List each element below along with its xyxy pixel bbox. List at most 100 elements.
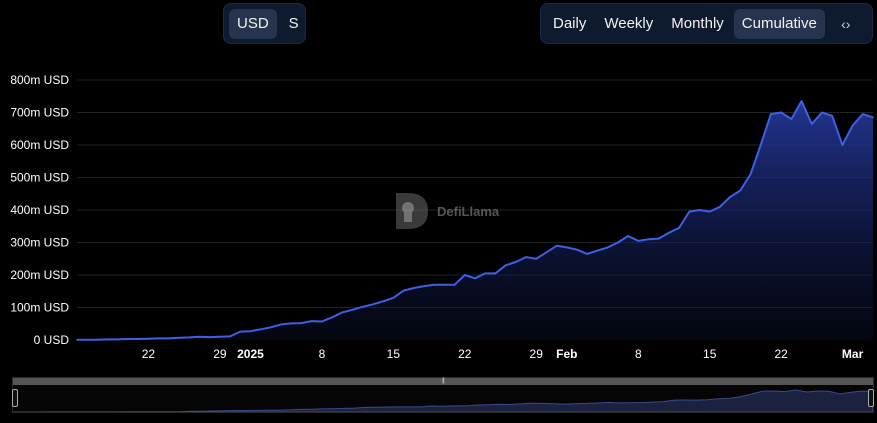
data-point [249,330,252,333]
y-tick-label: 500m USD [10,171,69,185]
data-point [392,297,395,299]
data-point [627,235,629,237]
brush-track[interactable]: ||| [13,378,873,385]
data-point [290,322,293,325]
brush-left-handle[interactable] [12,389,18,407]
data-point [800,100,803,102]
data-point [708,210,711,213]
data-point [361,306,364,308]
data-point [749,173,752,176]
data-point [321,320,323,323]
data-point [688,210,691,213]
data-point [872,116,874,119]
data-point [341,311,344,314]
data-point [770,113,772,115]
x-tick-label: 29 [213,347,227,361]
data-point [443,284,446,286]
y-tick-label: 700m USD [10,106,69,120]
data-point [811,123,813,125]
data-point [790,118,793,120]
x-tick-label: 8 [319,347,326,361]
data-point [219,336,221,338]
data-point [504,264,507,267]
data-point [535,258,537,260]
data-point [851,124,854,127]
y-tick-label: 600m USD [10,138,69,152]
data-point [637,240,640,242]
data-point [647,238,650,241]
embed-code-button[interactable]: ‹› [827,9,865,39]
data-point [178,336,180,339]
x-tick-label: 2025 [237,347,264,361]
data-point [413,287,415,289]
brush-right-handle[interactable] [868,389,874,407]
data-point [259,328,262,331]
data-point [515,261,517,263]
data-point [300,322,303,324]
x-tick-label: Mar [842,347,864,361]
y-tick-label: 300m USD [10,236,69,250]
y-tick-label: 200m USD [10,268,69,282]
currency-s-button[interactable]: S [281,9,307,39]
data-point [453,284,456,286]
x-tick-label: 15 [387,347,401,361]
period-daily-button[interactable]: Daily [545,9,594,39]
data-point [168,337,170,340]
data-point [464,274,466,276]
y-tick-label: 0 USD [34,333,70,347]
data-point [208,336,211,338]
data-point [606,246,609,249]
range-brush[interactable]: ||| [12,377,874,413]
chart: DefiLlama 0 USD 100m USD 200m USD 300m USD 4… [10,73,874,361]
data-point [780,111,782,114]
y-tick-label: 800m USD [10,73,69,87]
data-point [382,300,385,303]
x-tick-label: 22 [774,347,788,361]
period-monthly-button[interactable]: Monthly [663,9,732,39]
data-point [484,272,487,275]
data-point [474,277,476,280]
data-point [76,338,78,341]
data-point [739,189,742,192]
data-point [188,336,191,339]
data-point [759,144,762,146]
period-toggle: Daily Weekly Monthly Cumulative ‹› [540,3,873,44]
x-tick-label: 29 [530,347,544,361]
data-point [372,303,374,306]
data-point [86,338,88,341]
llama-logo-icon [396,193,428,229]
data-point [198,336,201,338]
currency-usd-button[interactable]: USD [229,8,277,39]
data-point [351,309,354,311]
data-point [117,338,119,341]
period-weekly-button[interactable]: Weekly [596,9,661,39]
watermark: DefiLlama [396,193,500,229]
data-point [576,248,578,251]
data-point [270,326,272,329]
period-cumulative-button[interactable]: Cumulative [733,8,825,39]
x-tick-label: 15 [703,347,717,361]
y-tick-label: 400m USD [10,203,69,217]
data-point [147,337,150,340]
data-point [831,115,833,117]
watermark-text: DefiLlama [437,204,500,219]
data-point [331,316,333,319]
data-point [106,338,109,341]
data-point [229,335,231,338]
brush-preview [13,389,873,412]
data-point [729,196,731,198]
data-point [617,241,619,244]
data-point [494,272,497,275]
data-point [821,111,823,114]
x-axis: 22 29 2025 8 15 22 29 Feb 8 15 22 Mar [142,347,864,361]
data-point [668,232,670,234]
data-point [402,289,405,292]
data-point [96,338,99,341]
code-brackets-icon: ‹› [841,15,851,32]
y-tick-label: 100m USD [10,301,69,315]
data-point [545,251,548,254]
data-point [555,245,558,247]
x-tick-label: 22 [142,347,156,361]
data-point [525,256,527,258]
brush-grip-icon[interactable]: ||| [442,378,448,384]
